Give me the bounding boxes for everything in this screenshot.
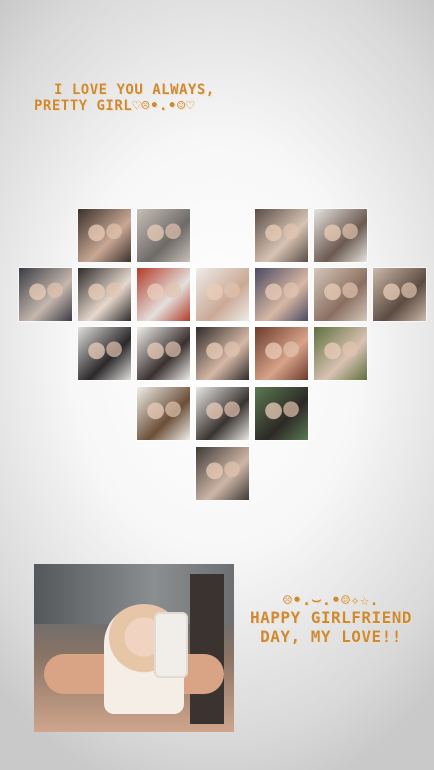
caption-line-my-love: DAY, MY LOVE!!: [260, 626, 402, 646]
collage-photo: [255, 209, 308, 262]
collage-photo: [196, 387, 249, 440]
caption-love-always: i LOVE YOU ALWAYS, PRETTY giRL♡☹•.•☺♡: [34, 82, 215, 114]
collage-photo: [196, 327, 249, 380]
collage-photo: [196, 447, 249, 500]
collage-photo: [78, 327, 131, 380]
collage-photo: [78, 268, 131, 321]
phone-icon: [154, 612, 188, 678]
caption-line-happy: HAPPY girLFRiEND: [249, 608, 413, 628]
collage-photo: [255, 387, 308, 440]
collage-photo: [137, 387, 190, 440]
collage-photo: [314, 209, 367, 262]
collage-photo: [255, 268, 308, 321]
caption-emoticons: ☹•.⌣.•☺✧☆.: [282, 591, 380, 609]
collage-photo: [137, 327, 190, 380]
collage-photo: [137, 268, 190, 321]
collage-photo: [196, 268, 249, 321]
couple-mirror-selfie-photo: [34, 564, 234, 732]
collage-photo: [314, 268, 367, 321]
caption-girlfriend-day: ☹•.⌣.•☺✧☆. HAPPY girLFRiEND DAY, MY LOVE…: [246, 591, 416, 646]
collage-photo: [255, 327, 308, 380]
collage-photo: [78, 209, 131, 262]
collage-photo: [137, 209, 190, 262]
collage-photo: [314, 327, 367, 380]
caption-line-1: i LOVE YOU ALWAYS,: [54, 82, 215, 98]
caption-line-2: PRETTY giRL♡☹•.•☺♡: [34, 98, 195, 115]
collage-photo: [19, 268, 72, 321]
collage-photo: [373, 268, 426, 321]
